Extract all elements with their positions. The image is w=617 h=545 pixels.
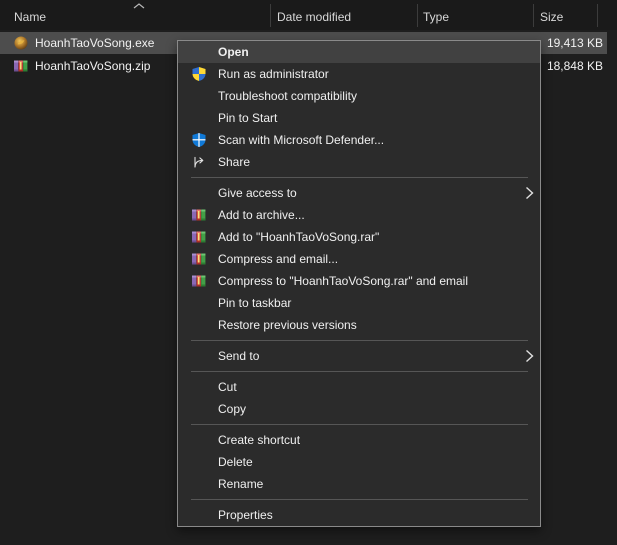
file-explorer-window: Name Date modified Type Size HoanhTaoVoSong… (0, 0, 617, 545)
menu-item-give-access-to[interactable]: Give access to (178, 182, 540, 204)
menu-item-icon-slot (191, 432, 207, 448)
menu-item-icon-slot (191, 454, 207, 470)
menu-item-label: Cut (218, 380, 237, 394)
menu-item-copy[interactable]: Copy (178, 398, 540, 420)
game-exe-icon (13, 35, 29, 51)
menu-item-create-shortcut[interactable]: Create shortcut (178, 429, 540, 451)
menu-item-label: Copy (218, 402, 246, 416)
context-menu: Open Run as administrator Troubleshoot com… (177, 40, 541, 527)
menu-item-label: Add to archive... (218, 208, 305, 222)
menu-item-label: Share (218, 155, 250, 169)
winrar-archive-icon (13, 58, 29, 74)
menu-item-icon-slot (191, 44, 207, 60)
column-divider[interactable] (533, 4, 534, 27)
menu-item-label: Troubleshoot compatibility (218, 89, 357, 103)
column-header-name[interactable]: Name (14, 10, 46, 24)
menu-separator (191, 340, 528, 341)
menu-item-icon-slot (191, 348, 207, 364)
column-header-row: Name Date modified Type Size (0, 0, 617, 30)
menu-item-label: Compress to "HoanhTaoVoSong.rar" and ema… (218, 274, 468, 288)
share-icon (191, 154, 207, 170)
sort-ascending-icon (132, 2, 146, 10)
winrar-icon (191, 229, 207, 245)
menu-item-label: Scan with Microsoft Defender... (218, 133, 384, 147)
submenu-chevron-icon (525, 186, 534, 200)
menu-item-label: Pin to Start (218, 111, 277, 125)
winrar-icon (191, 251, 207, 267)
menu-separator (191, 177, 528, 178)
menu-item-icon-slot (191, 507, 207, 523)
menu-item-open[interactable]: Open (178, 41, 540, 63)
menu-item-label: Compress and email... (218, 252, 338, 266)
defender-shield-icon (191, 132, 207, 148)
file-size: 18,848 KB (547, 59, 603, 73)
column-header-size[interactable]: Size (540, 10, 563, 24)
menu-item-icon-slot (191, 476, 207, 492)
menu-item-icon-slot (191, 401, 207, 417)
menu-item-label: Open (218, 45, 249, 59)
menu-item-properties[interactable]: Properties (178, 504, 540, 526)
menu-item-scan-with-microsoft-defender[interactable]: Scan with Microsoft Defender... (178, 129, 540, 151)
column-divider[interactable] (270, 4, 271, 27)
menu-item-icon-slot (191, 110, 207, 126)
menu-item-label: Send to (218, 349, 259, 363)
file-name: HoanhTaoVoSong.zip (35, 59, 150, 73)
menu-item-label: Properties (218, 508, 273, 522)
menu-item-pin-to-start[interactable]: Pin to Start (178, 107, 540, 129)
menu-item-icon-slot (191, 317, 207, 333)
menu-item-add-to-hoanhtaovosong-rar[interactable]: Add to "HoanhTaoVoSong.rar" (178, 226, 540, 248)
menu-item-send-to[interactable]: Send to (178, 345, 540, 367)
menu-item-label: Give access to (218, 186, 297, 200)
column-divider[interactable] (417, 4, 418, 27)
menu-item-share[interactable]: Share (178, 151, 540, 173)
menu-separator (191, 371, 528, 372)
menu-item-icon-slot (191, 88, 207, 104)
menu-item-label: Add to "HoanhTaoVoSong.rar" (218, 230, 379, 244)
winrar-icon (191, 207, 207, 223)
menu-item-icon-slot (191, 295, 207, 311)
column-divider[interactable] (597, 4, 598, 27)
menu-item-compress-and-email[interactable]: Compress and email... (178, 248, 540, 270)
menu-item-compress-to-hoanhtaovosong-rar-and-email[interactable]: Compress to "HoanhTaoVoSong.rar" and ema… (178, 270, 540, 292)
menu-item-label: Create shortcut (218, 433, 300, 447)
file-size: 19,413 KB (547, 36, 603, 50)
menu-item-icon-slot (191, 185, 207, 201)
menu-item-icon-slot (191, 379, 207, 395)
menu-item-label: Pin to taskbar (218, 296, 291, 310)
menu-item-delete[interactable]: Delete (178, 451, 540, 473)
column-header-date-modified[interactable]: Date modified (277, 10, 351, 24)
winrar-icon (191, 273, 207, 289)
menu-item-add-to-archive[interactable]: Add to archive... (178, 204, 540, 226)
uac-shield-icon (191, 66, 207, 82)
menu-item-pin-to-taskbar[interactable]: Pin to taskbar (178, 292, 540, 314)
column-header-type[interactable]: Type (423, 10, 449, 24)
menu-item-cut[interactable]: Cut (178, 376, 540, 398)
menu-item-label: Rename (218, 477, 263, 491)
menu-separator (191, 424, 528, 425)
menu-item-run-as-administrator[interactable]: Run as administrator (178, 63, 540, 85)
menu-item-rename[interactable]: Rename (178, 473, 540, 495)
menu-item-label: Run as administrator (218, 67, 329, 81)
submenu-chevron-icon (525, 349, 534, 363)
file-name: HoanhTaoVoSong.exe (35, 36, 154, 50)
menu-item-troubleshoot-compatibility[interactable]: Troubleshoot compatibility (178, 85, 540, 107)
menu-item-label: Restore previous versions (218, 318, 357, 332)
menu-separator (191, 499, 528, 500)
menu-item-restore-previous-versions[interactable]: Restore previous versions (178, 314, 540, 336)
menu-item-label: Delete (218, 455, 253, 469)
